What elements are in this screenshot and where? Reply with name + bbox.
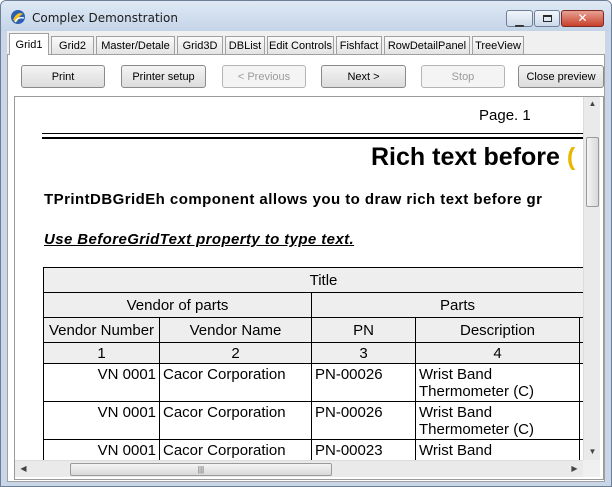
tab-strip: Grid1 Grid2 Master/Detale Grid3D DBList …	[7, 33, 605, 55]
horizontal-scrollbar[interactable]: ◀ ||| ▶	[15, 460, 583, 477]
tab-treeview[interactable]: TreeView	[472, 36, 524, 54]
title-bar[interactable]: Complex Demonstration ▁ ✕	[1, 1, 611, 31]
header-rule	[42, 133, 583, 134]
table-cell: VN 0001	[43, 439, 159, 460]
table-cell: Wrist Band Thermometer (C)	[415, 363, 579, 401]
tab-label: Fishfact	[339, 39, 379, 52]
horizontal-scroll-thumb[interactable]: |||	[70, 463, 332, 476]
table-cell: VN 0001	[43, 401, 159, 439]
print-button[interactable]: Print	[21, 65, 105, 88]
tab-label: Grid1	[15, 38, 43, 51]
app-window: Complex Demonstration ▁ ✕ Grid1 Grid2 Ma…	[0, 0, 612, 487]
close-window-button[interactable]: ✕	[561, 10, 604, 27]
rich-text-description: TPrintDBGridEh component allows you to d…	[44, 191, 543, 208]
maximize-button[interactable]	[534, 10, 560, 27]
minimize-button[interactable]: ▁	[506, 10, 533, 27]
tab-grid3d[interactable]: Grid3D	[177, 36, 223, 54]
column-number: 4	[415, 342, 579, 363]
tab-label: Master/Detale	[101, 39, 170, 52]
scroll-up-icon[interactable]: ▲	[584, 99, 601, 108]
tab-master-detale[interactable]: Master/Detale	[96, 36, 175, 54]
vertical-scrollbar[interactable]: ▲ ▼	[583, 97, 600, 460]
tab-label: TreeView	[475, 39, 521, 52]
printer-setup-button[interactable]: Printer setup	[121, 65, 206, 88]
maximize-icon	[542, 15, 552, 22]
column-number: 1	[43, 342, 159, 363]
close-preview-button[interactable]: Close preview	[518, 65, 604, 88]
scroll-right-icon[interactable]: ▶	[566, 464, 583, 473]
column-header: Vendor Name	[159, 317, 311, 342]
scroll-left-icon[interactable]: ◀	[15, 464, 32, 473]
header-rule-thick	[42, 137, 583, 139]
print-preview: Page. 1 Rich text before ( TPrintDBGridE…	[14, 96, 604, 480]
stop-button[interactable]: Stop	[421, 65, 505, 88]
column-header: Description	[415, 317, 579, 342]
app-icon	[11, 10, 25, 24]
column-header: PN	[311, 317, 415, 342]
column-header: Vendor Number	[43, 317, 159, 342]
column-number: 2	[159, 342, 311, 363]
scrollbar-corner	[583, 460, 600, 477]
tab-label: Edit Controls	[269, 39, 332, 52]
table-cell: VN 0001	[43, 363, 159, 401]
window-title: Complex Demonstration	[32, 11, 178, 25]
tab-label: Grid2	[59, 39, 86, 52]
grid-group-parts: Parts	[311, 292, 583, 317]
tab-dblist[interactable]: DBList	[225, 36, 265, 54]
client-area: Grid1 Grid2 Master/Detale Grid3D DBList …	[7, 31, 605, 482]
grip-icon: |||	[197, 465, 205, 474]
table-cell: Wrist Band	[415, 439, 579, 460]
table-cell: Wrist Band Thermometer (C)	[415, 401, 579, 439]
tab-panel-grid1: Print Printer setup < Previous Next > St…	[7, 54, 605, 482]
previous-page-button[interactable]: < Previous	[222, 65, 306, 88]
column-number: 3	[311, 342, 415, 363]
next-page-button[interactable]: Next >	[321, 65, 406, 88]
rich-text-title: Rich text before (	[371, 143, 575, 172]
table-cell: Cacor Corporation	[159, 401, 311, 439]
preview-page: Page. 1 Rich text before ( TPrintDBGridE…	[15, 97, 583, 460]
rich-title-tail: (	[566, 143, 576, 171]
rich-text-hint: Use BeforeGridText property to type text…	[44, 231, 355, 248]
table-cell: PN-00023	[311, 439, 415, 460]
tab-label: RowDetailPanel	[387, 39, 467, 52]
grid-title-cell: Title	[43, 267, 583, 292]
tab-rowdetailpanel[interactable]: RowDetailPanel	[384, 36, 470, 54]
table-cell: PN-00026	[311, 363, 415, 401]
minimize-icon: ▁	[515, 15, 524, 27]
table-cell: Cacor Corporation	[159, 363, 311, 401]
close-icon: ✕	[577, 11, 588, 25]
tab-grid2[interactable]: Grid2	[51, 36, 94, 54]
scroll-down-icon[interactable]: ▼	[584, 447, 601, 456]
tab-grid1[interactable]: Grid1	[9, 33, 49, 55]
tab-label: DBList	[228, 39, 262, 52]
tab-label: Grid3D	[182, 39, 218, 52]
page-number: Page. 1	[479, 107, 531, 124]
tab-fishfact[interactable]: Fishfact	[336, 36, 382, 54]
grid-group-vendor: Vendor of parts	[43, 292, 311, 317]
rich-title-text: Rich text before	[371, 143, 560, 171]
table-cell: Cacor Corporation	[159, 439, 311, 460]
tab-edit-controls[interactable]: Edit Controls	[267, 36, 334, 54]
table-cell: PN-00026	[311, 401, 415, 439]
vertical-scroll-thumb[interactable]	[586, 137, 599, 207]
